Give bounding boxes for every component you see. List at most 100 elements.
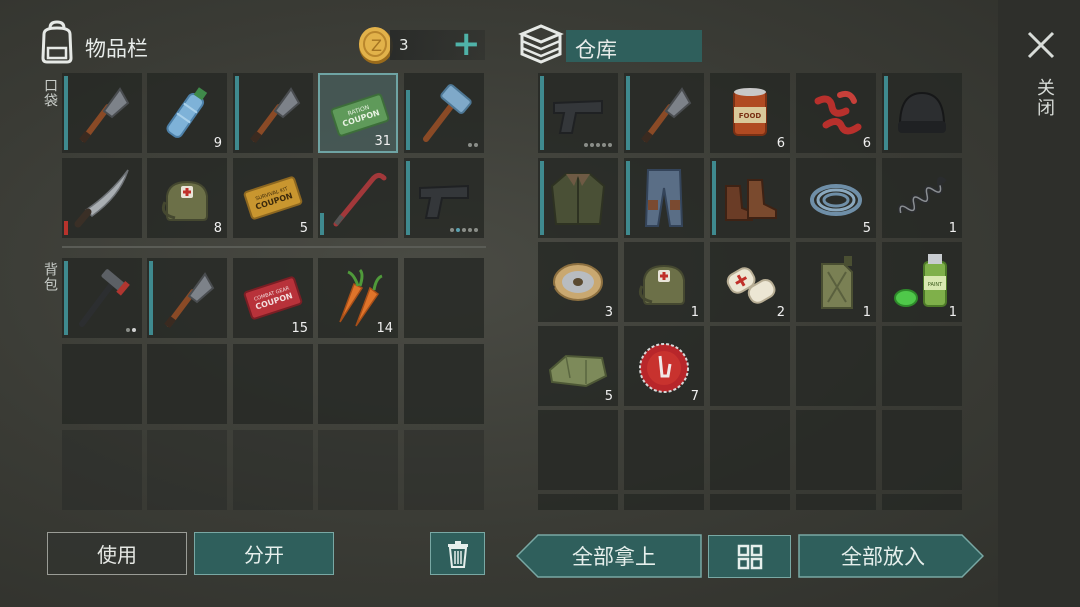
storage-slot[interactable] [538, 73, 618, 153]
dots [126, 328, 136, 332]
dots [468, 143, 478, 147]
storage-slot[interactable] [624, 73, 704, 153]
storage-slot-empty[interactable] [624, 410, 704, 490]
storage-slot[interactable] [624, 158, 704, 238]
storage-slot-empty[interactable] [882, 326, 962, 406]
backpack-slot-empty[interactable] [404, 258, 484, 338]
backpack-slot-locked [147, 430, 227, 510]
storage-slot[interactable] [538, 158, 618, 238]
backpack-label: 背包 [42, 262, 58, 292]
backpack-slot-locked [318, 430, 398, 510]
trash-button[interactable] [430, 532, 485, 575]
item-count: 5 [299, 221, 308, 236]
item-count: 6 [776, 136, 785, 151]
storage-slot-empty[interactable] [538, 410, 618, 490]
item-count: 1 [690, 305, 699, 320]
storage-slot[interactable] [710, 158, 790, 238]
backpack-slot[interactable]: COMBAT GEAR COUPON 15 [233, 258, 313, 338]
backpack-slot-locked [62, 430, 142, 510]
shovel-icon [79, 87, 130, 144]
backpack-slot-empty[interactable] [147, 344, 227, 424]
item-count: 3 [604, 305, 613, 320]
storage-slot[interactable]: 5 [538, 326, 618, 406]
split-button[interactable]: 分开 [194, 532, 334, 575]
pocket-slot[interactable] [404, 158, 484, 238]
pocket-slot[interactable] [233, 73, 313, 153]
pocket-slot[interactable] [62, 158, 142, 238]
backpack-slot-empty[interactable] [404, 344, 484, 424]
backpack-slot-empty[interactable] [318, 344, 398, 424]
bottle-cap-icon [639, 343, 689, 393]
storage-slot-empty[interactable] [796, 326, 876, 406]
item-count: 5 [862, 221, 871, 236]
storage-slot-empty[interactable] [710, 410, 790, 490]
shovel-icon [641, 87, 692, 144]
storage-slot[interactable]: 1 [882, 158, 962, 238]
spray-paint-icon: PAINT [894, 254, 947, 307]
svg-text:PAINT: PAINT [928, 282, 943, 288]
take-all-button[interactable]: 全部拿上 [516, 534, 702, 578]
item-count: 14 [376, 321, 393, 336]
pocket-slot[interactable]: 9 [147, 73, 227, 153]
storage-slot[interactable]: 6 [796, 73, 876, 153]
backpack-slot-locked [404, 430, 484, 510]
storage-slot-empty[interactable] [710, 326, 790, 406]
pocket-slot[interactable]: SURVIVAL KIT COUPON 5 [233, 158, 313, 238]
storage-slot[interactable]: FOOD 6 [710, 73, 790, 153]
storage-slot-empty[interactable] [538, 494, 618, 510]
jerrycan-icon [821, 256, 853, 309]
backpack-slot[interactable]: 14 [318, 258, 398, 338]
durability-bar [235, 76, 239, 150]
svg-text:Z: Z [371, 36, 382, 55]
coin-count: 3 [399, 36, 409, 54]
durability-bar [406, 161, 410, 235]
storage-slot[interactable]: 1 [796, 242, 876, 322]
pocket-slot[interactable] [62, 73, 142, 153]
spring-icon [897, 176, 947, 214]
durability-bar [320, 213, 324, 235]
storage-slot-empty[interactable] [624, 494, 704, 510]
storage-slot-empty[interactable] [882, 494, 962, 510]
durability-bar [64, 261, 68, 335]
storage-slot-empty[interactable] [882, 410, 962, 490]
shovel-icon [250, 87, 301, 144]
storage-slot[interactable]: 3 [538, 242, 618, 322]
storage-slot-empty[interactable] [710, 494, 790, 510]
use-button[interactable]: 使用 [47, 532, 187, 575]
pocket-slot-selected[interactable]: RATION COUPON 31 [318, 73, 398, 153]
close-icon[interactable] [1026, 30, 1056, 60]
storage-slot[interactable]: 5 [796, 158, 876, 238]
medkit-bag-icon [638, 264, 685, 305]
pocket-slot[interactable]: 8 [147, 158, 227, 238]
storage-slot-empty[interactable] [796, 410, 876, 490]
water-bottle-icon [166, 87, 208, 138]
dots [584, 143, 612, 147]
rope-icon [810, 184, 862, 216]
storage-slot[interactable]: PAINT 1 [882, 242, 962, 322]
durability-bar [64, 76, 68, 150]
backpack-slot[interactable] [62, 258, 142, 338]
wire-spool-icon [548, 263, 603, 301]
item-count: 31 [374, 134, 391, 149]
bandages-icon [726, 267, 776, 304]
storage-slot[interactable]: 2 [710, 242, 790, 322]
backpack-slot-locked [233, 430, 313, 510]
pocket-slot[interactable] [404, 73, 484, 153]
trash-icon [447, 540, 468, 568]
sort-button[interactable] [708, 535, 791, 578]
backpack-slot[interactable] [147, 258, 227, 338]
storage-slot[interactable]: 7 [624, 326, 704, 406]
backpack-slot-empty[interactable] [233, 344, 313, 424]
backpack-slot-empty[interactable] [62, 344, 142, 424]
item-count: 5 [604, 389, 613, 404]
storage-slot[interactable]: 1 [624, 242, 704, 322]
put-all-button[interactable]: 全部放入 [798, 534, 984, 578]
pocket-slot[interactable] [318, 158, 398, 238]
storage-slot-empty[interactable] [796, 494, 876, 510]
add-coins-button[interactable]: + [452, 24, 481, 64]
item-count: 6 [862, 136, 871, 151]
item-count: 1 [948, 305, 957, 320]
crowbar-icon [333, 172, 387, 227]
storage-slot[interactable] [882, 73, 962, 153]
close-label[interactable]: 关闭 [1031, 78, 1057, 118]
